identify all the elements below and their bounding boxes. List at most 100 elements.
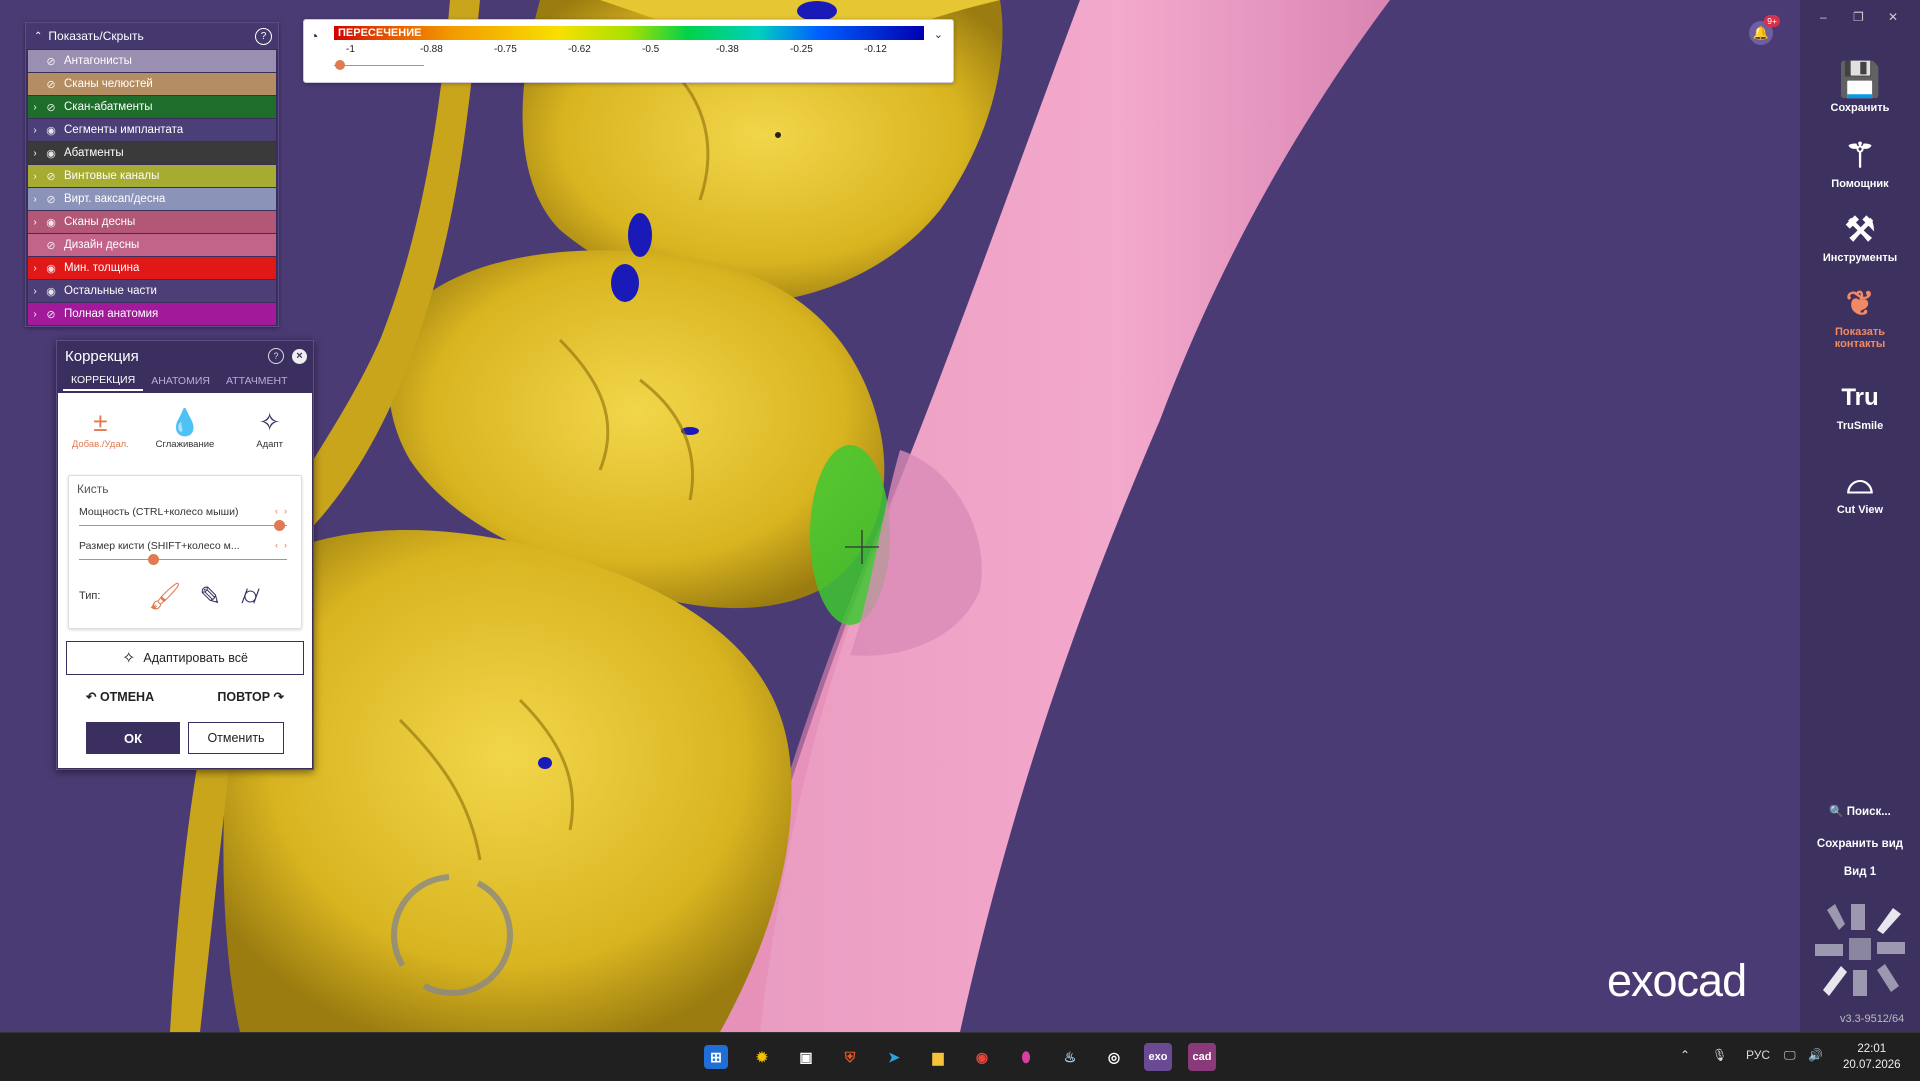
redo-label: ПОВТОР (217, 690, 271, 704)
layer-row[interactable]: › ◉ Остальные части (28, 280, 276, 302)
add-remove-tool[interactable]: ± Добав./Удал. (65, 405, 135, 465)
chevron-down-icon[interactable]: ⌄ (934, 28, 943, 41)
chevron-right-icon[interactable]: › (28, 263, 42, 274)
chevron-right-icon[interactable]: › (28, 148, 42, 159)
clock[interactable]: 22:01 20.07.2026 (1843, 1041, 1901, 1073)
minimize-button[interactable]: – (1820, 10, 1827, 24)
tab-correction[interactable]: КОРРЕКЦИЯ (63, 371, 144, 391)
adapt-all-button[interactable]: ✧ Адаптировать всё (66, 641, 304, 675)
eye-off-icon[interactable]: ⊘ (42, 55, 60, 68)
redo-button[interactable]: ПОВТОР ↷ (217, 689, 284, 704)
search-button[interactable]: 🔍 Поиск... (1800, 804, 1920, 818)
app-shield-icon[interactable]: ⛨ (836, 1043, 864, 1071)
legend-slider-track[interactable] (334, 65, 424, 66)
strength-arrows-icon[interactable]: ‹› (275, 506, 293, 518)
eye-off-icon[interactable]: ⊘ (42, 170, 60, 183)
view-1-button[interactable]: Вид 1 (1800, 866, 1920, 878)
chevron-right-icon[interactable]: › (28, 171, 42, 182)
cad-app-icon[interactable]: cad (1188, 1043, 1216, 1071)
volume-icon[interactable]: 🔊 (1808, 1048, 1823, 1062)
steam-icon[interactable]: ♨ (1056, 1043, 1084, 1071)
paint-brush-icon[interactable]: 🖌 (148, 581, 181, 612)
help-icon[interactable]: ? (255, 27, 272, 45)
eye-icon[interactable]: ◉ (42, 285, 60, 298)
close-icon[interactable]: × (292, 348, 307, 364)
layer-row[interactable]: › ⊘ Скан-абатменты (28, 96, 276, 118)
strength-slider-knob[interactable] (273, 520, 285, 531)
smoothing-tool[interactable]: 💧 Сглаживание (150, 405, 220, 465)
tray-chevron-up-icon[interactable]: ⌃ (1680, 1048, 1690, 1062)
chevron-right-icon[interactable]: › (28, 309, 42, 320)
notification-bell-icon[interactable]: 🔔 9+ (1749, 15, 1780, 45)
cut-view-button[interactable]: ⌓ Cut View (1800, 460, 1920, 516)
intersection-legend: ◔ ПЕРЕСЕЧЕНИЕ -1 -0.88 -0.75 -0.62 -0.5 -0.38… (303, 19, 954, 83)
cylinder-icon[interactable]: ⌭ (241, 580, 260, 612)
size-arrows-icon[interactable]: ‹› (275, 540, 293, 552)
eye-off-icon[interactable]: ⊘ (42, 193, 60, 206)
size-slider[interactable] (79, 554, 287, 565)
chevron-right-icon[interactable]: › (28, 125, 42, 136)
cancel-button[interactable]: Отменить (188, 722, 284, 754)
chevron-up-icon[interactable]: ⌃ (34, 31, 42, 42)
navigation-cube[interactable] (1813, 900, 1908, 1000)
chrome-icon[interactable]: ◉ (968, 1043, 996, 1071)
tools-button[interactable]: ⚒ Инструменты (1800, 208, 1920, 264)
restore-button[interactable]: ❐ (1853, 10, 1864, 24)
app-terminal-icon[interactable]: ▣ (792, 1043, 820, 1071)
ok-button[interactable]: ОК (86, 722, 180, 754)
adapt-tool[interactable]: ✧ Адапт (235, 405, 305, 465)
eye-off-icon[interactable]: ⊘ (42, 308, 60, 321)
app-sun-icon[interactable]: ✹ (748, 1043, 776, 1071)
chevron-right-icon[interactable]: › (28, 194, 42, 205)
layer-row[interactable]: › ⊘ Полная анатомия (28, 303, 276, 325)
layer-row[interactable]: › ◉ Сегменты имплантата (28, 119, 276, 141)
telegram-icon[interactable]: ➤ (880, 1043, 908, 1071)
size-slider-knob[interactable] (147, 554, 159, 565)
chevron-right-icon[interactable]: › (28, 217, 42, 228)
app-drop-icon[interactable]: ⬮ (1012, 1043, 1040, 1071)
strength-slider[interactable] (79, 520, 287, 531)
tab-anatomy[interactable]: АНАТОМИЯ (143, 371, 218, 391)
trusmile-button[interactable]: Tru TruSmile (1800, 376, 1920, 432)
layer-row[interactable]: › ◉ Сканы десны (28, 211, 276, 233)
adapt-wand-icon: ✧ (258, 407, 281, 437)
file-explorer-icon[interactable]: ▆ (924, 1043, 952, 1071)
undo-button[interactable]: ↶ ОТМЕНА (86, 689, 154, 704)
layer-row[interactable]: ⊘ Антагонисты (28, 50, 276, 72)
help-icon[interactable]: ? (268, 348, 284, 364)
gauge-icon[interactable]: ◔ (310, 28, 318, 44)
layer-row[interactable]: › ◉ Мин. толщина (28, 257, 276, 279)
eye-icon[interactable]: ◉ (42, 216, 60, 229)
save-button[interactable]: 💾 Сохранить (1800, 58, 1920, 114)
network-icon[interactable]: 🖵 (1784, 1048, 1796, 1063)
eye-off-icon[interactable]: ⊘ (42, 239, 60, 252)
layer-row[interactable]: › ◉ Абатменты (28, 142, 276, 164)
eye-icon[interactable]: ◉ (42, 147, 60, 160)
eye-icon[interactable]: ◉ (42, 262, 60, 275)
layer-row[interactable]: ⊘ Дизайн десны (28, 234, 276, 256)
brush-icon[interactable]: ✎ (199, 581, 221, 612)
wizard-button[interactable]: ⚚ Помощник (1800, 134, 1920, 190)
save-view-button[interactable]: Сохранить вид (1800, 838, 1920, 850)
obs-icon[interactable]: ◎ (1100, 1043, 1128, 1071)
legend-slider-knob[interactable] (335, 60, 345, 70)
layer-label: Вирт. ваксап/десна (64, 193, 166, 205)
microphone-icon[interactable]: 🎙 (1712, 1048, 1727, 1062)
show-contacts-button[interactable]: ❦ Показать контакты (1800, 282, 1920, 350)
layer-row[interactable]: › ⊘ Винтовые каналы (28, 165, 276, 187)
eye-off-icon[interactable]: ⊘ (42, 78, 60, 91)
chevron-right-icon[interactable]: › (28, 286, 42, 297)
drop-icon: 💧 (168, 407, 202, 437)
eye-icon[interactable]: ◉ (42, 124, 60, 137)
layer-row[interactable]: › ⊘ Вирт. ваксап/десна (28, 188, 276, 210)
chevron-right-icon[interactable]: › (28, 102, 42, 113)
show-hide-header[interactable]: ⌃ Показать/Скрыть ? (26, 23, 278, 49)
tab-attachment[interactable]: АТТАЧМЕНТ (218, 371, 296, 391)
layer-row[interactable]: ⊘ Сканы челюстей (28, 73, 276, 95)
exo-app-icon[interactable]: exo (1144, 1043, 1172, 1071)
eye-off-icon[interactable]: ⊘ (42, 101, 60, 114)
window-close-button[interactable]: ✕ (1888, 10, 1898, 24)
start-button[interactable]: ⊞ (704, 1045, 728, 1069)
search-label: Поиск... (1846, 806, 1891, 818)
language-indicator[interactable]: РУС (1746, 1048, 1770, 1062)
